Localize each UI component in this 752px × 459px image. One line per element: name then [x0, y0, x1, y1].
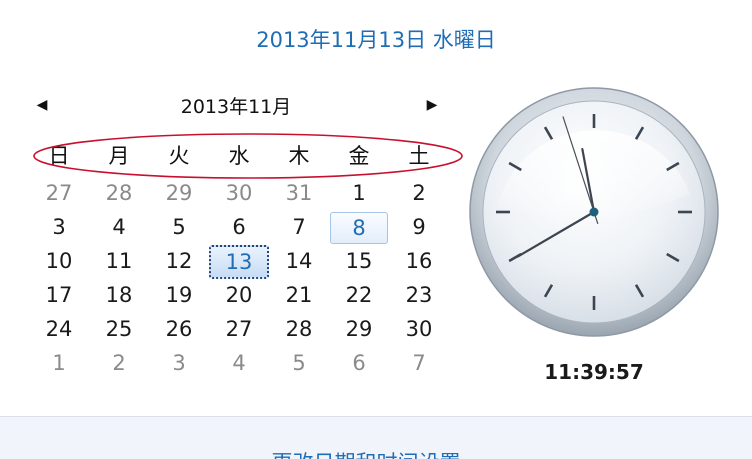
calendar-day-number: 3	[172, 351, 186, 375]
calendar-day[interactable]: 3	[29, 210, 89, 244]
calendar-day[interactable]: 19	[149, 278, 209, 312]
calendar-day-number: 25	[105, 317, 133, 341]
calendar-day-number: 23	[405, 283, 433, 307]
calendar-day-number: 19	[165, 283, 193, 307]
calendar-header: ◀ 2013年11月 ▶	[0, 88, 480, 124]
calendar-day-number: 2	[412, 181, 426, 205]
calendar-day-number: 8	[330, 212, 388, 244]
calendar-day-number: 12	[165, 249, 193, 273]
calendar-day[interactable]: 25	[89, 312, 149, 346]
calendar-day-number: 14	[285, 249, 313, 273]
calendar-day[interactable]: 11	[89, 244, 149, 278]
change-datetime-settings-link[interactable]: 更改日期和时间设置...	[0, 447, 752, 459]
calendar-day-number: 7	[292, 215, 306, 239]
calendar-day-number: 6	[232, 215, 246, 239]
calendar-day[interactable]: 5	[149, 210, 209, 244]
clock-center-cap	[589, 207, 599, 217]
month-title[interactable]: 2013年11月	[108, 92, 364, 119]
calendar-day-grid: 27 28 29 30 31 1 2 3 4 5 6 7 8 9 10 11 12 13 14 15 16 17 18 19 2…	[29, 176, 449, 386]
digital-time: 11:39:57	[544, 360, 644, 384]
calendar-day[interactable]: 30	[389, 312, 449, 346]
calendar-day-highlighted[interactable]: 8	[329, 210, 389, 244]
calendar-day-number: 27	[45, 181, 73, 205]
calendar-day-number: 4	[232, 351, 246, 375]
calendar-day[interactable]: 7	[389, 346, 449, 380]
calendar-day-number: 3	[52, 215, 66, 239]
calendar-day[interactable]: 29	[149, 176, 209, 210]
calendar-day-number: 5	[172, 215, 186, 239]
calendar-day[interactable]: 24	[29, 312, 89, 346]
calendar-day[interactable]: 22	[329, 278, 389, 312]
calendar-day-number: 10	[45, 249, 73, 273]
calendar-day[interactable]: 1	[329, 176, 389, 210]
calendar-day-number: 28	[285, 317, 313, 341]
calendar-day[interactable]: 2	[89, 346, 149, 380]
calendar-day-number: 29	[165, 181, 193, 205]
next-month-button[interactable]: ▶	[422, 94, 442, 116]
calendar-day[interactable]: 16	[389, 244, 449, 278]
calendar-day-number: 27	[225, 317, 253, 341]
calendar-day-number: 21	[285, 283, 313, 307]
calendar-day[interactable]: 3	[149, 346, 209, 380]
calendar-day-number: 31	[285, 181, 313, 205]
calendar-day[interactable]: 23	[389, 278, 449, 312]
calendar-day[interactable]: 21	[269, 278, 329, 312]
calendar-day[interactable]: 28	[269, 312, 329, 346]
full-date-link[interactable]: 2013年11月13日 水曜日	[0, 24, 752, 54]
weekday-annotation-ellipse	[33, 133, 463, 179]
calendar-day[interactable]: 27	[29, 176, 89, 210]
calendar-day[interactable]: 5	[269, 346, 329, 380]
calendar-day-number: 2	[112, 351, 126, 375]
calendar-day-number: 4	[112, 215, 126, 239]
calendar-day-number: 7	[412, 351, 426, 375]
calendar-day[interactable]: 6	[329, 346, 389, 380]
calendar-day-number: 30	[405, 317, 433, 341]
calendar-day-number: 6	[352, 351, 366, 375]
calendar-day[interactable]: 18	[89, 278, 149, 312]
calendar-day[interactable]: 20	[209, 278, 269, 312]
analog-clock	[469, 87, 719, 337]
calendar-day[interactable]: 9	[389, 210, 449, 244]
calendar-day-number: 15	[345, 249, 373, 273]
calendar-day[interactable]: 30	[209, 176, 269, 210]
calendar-day[interactable]: 28	[89, 176, 149, 210]
calendar-day[interactable]: 26	[149, 312, 209, 346]
calendar-day-today[interactable]: 13	[209, 244, 269, 279]
calendar-day[interactable]: 31	[269, 176, 329, 210]
calendar-day-number: 11	[105, 249, 133, 273]
calendar-day[interactable]: 14	[269, 244, 329, 278]
calendar-day[interactable]: 15	[329, 244, 389, 278]
footer-bar: 更改日期和时间设置...	[0, 416, 752, 459]
calendar-day[interactable]: 4	[89, 210, 149, 244]
calendar-day-number: 26	[165, 317, 193, 341]
calendar-day-number: 24	[45, 317, 73, 341]
calendar-day-number: 22	[345, 283, 373, 307]
calendar-day-number: 20	[225, 283, 253, 307]
calendar-day[interactable]: 2	[389, 176, 449, 210]
calendar-day-number: 13	[209, 245, 269, 279]
calendar-day[interactable]: 7	[269, 210, 329, 244]
calendar-day-number: 9	[412, 215, 426, 239]
calendar-day-number: 29	[345, 317, 373, 341]
calendar-day-number: 5	[292, 351, 306, 375]
calendar-day[interactable]: 17	[29, 278, 89, 312]
calendar-day-number: 18	[105, 283, 133, 307]
calendar-day-number: 17	[45, 283, 73, 307]
previous-month-button[interactable]: ◀	[32, 94, 52, 116]
calendar-day[interactable]: 6	[209, 210, 269, 244]
calendar-day-number: 30	[225, 181, 253, 205]
calendar-day[interactable]: 27	[209, 312, 269, 346]
calendar-day[interactable]: 4	[209, 346, 269, 380]
calendar-day-number: 1	[352, 181, 366, 205]
calendar-day[interactable]: 10	[29, 244, 89, 278]
calendar-day-number: 16	[405, 249, 433, 273]
calendar-day[interactable]: 29	[329, 312, 389, 346]
calendar-day[interactable]: 1	[29, 346, 89, 380]
calendar-day-number: 1	[52, 351, 66, 375]
calendar-day[interactable]: 12	[149, 244, 209, 278]
calendar-day-number: 28	[105, 181, 133, 205]
